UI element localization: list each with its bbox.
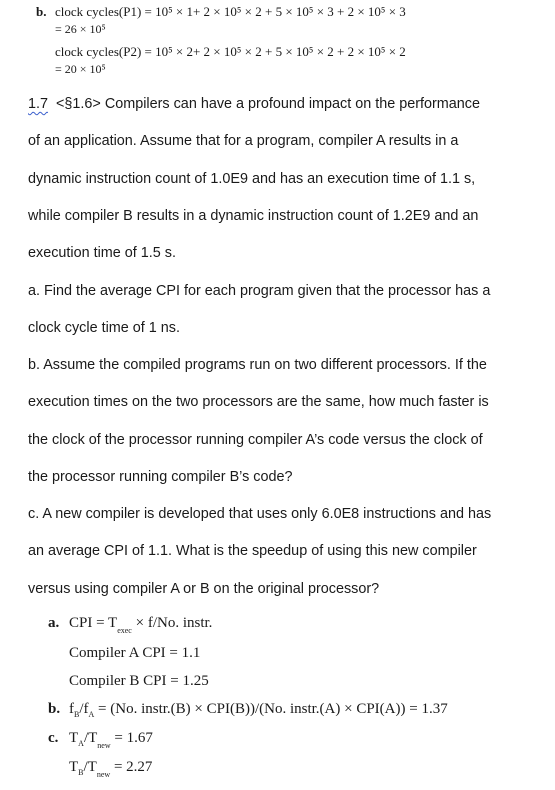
answer-b-formula: fB/fA = (No. instr.(B) × CPI(B))/(No. in… <box>69 700 448 724</box>
question-b-line: b. Assume the compiled programs run on t… <box>28 357 487 373</box>
problem-heading-line: 1.7 <§1.6> Compilers can have a profound… <box>28 96 480 112</box>
question-c-line: versus using compiler A or B on the orig… <box>28 581 380 597</box>
t-text: T <box>69 730 79 746</box>
t-text: T <box>69 759 79 775</box>
problem-line: of an application. Assume that for a pro… <box>28 133 459 149</box>
section-ref: <§1.6> <box>56 96 101 112</box>
problem-line-0: Compilers can have a profound impact on … <box>104 96 481 112</box>
problem-number: 1.7 <box>28 96 49 112</box>
answer-b-label: b. <box>48 701 61 717</box>
problem-line: execution time of 1.5 s. <box>28 245 176 261</box>
answer-a-cpi-formula: CPI = Texec × f/No. instr. <box>69 614 212 640</box>
speedup-a: TA/Tnew = 1.67 <box>69 729 153 755</box>
cpi-formula-rest: × f/No. instr. <box>131 615 213 631</box>
slash-t-text: /T <box>83 730 98 746</box>
clock-cycles-p1-line1: clock cycles(P1) = 10⁵ × 1+ 2 × 10⁵ × 2 … <box>55 4 406 19</box>
ratio-expression: = (No. instr.(B) × CPI(B))/(No. instr.(A… <box>94 701 448 717</box>
question-b-line: execution times on the two processors ar… <box>28 394 489 410</box>
slash-t-text: /T <box>83 759 97 775</box>
speedup-b: TB/Tnew = 2.27 <box>69 758 152 784</box>
answer-c-label: c. <box>48 730 59 746</box>
speedup-b-value: = 2.27 <box>110 759 153 775</box>
problem-line: while compiler B results in a dynamic in… <box>28 208 479 224</box>
clock-cycles-p2-line1: clock cycles(P2) = 10⁵ × 2+ 2 × 10⁵ × 2 … <box>55 44 406 59</box>
new-subscript: new <box>97 741 111 750</box>
question-a-line: a. Find the average CPI for each program… <box>28 283 491 299</box>
question-c-line: an average CPI of 1.1. What is the speed… <box>28 543 477 559</box>
clock-cycles-p1-line2: = 26 × 10⁵ <box>55 22 106 36</box>
exec-subscript: exec <box>117 626 132 635</box>
question-c-line: c. A new compiler is developed that uses… <box>28 506 492 522</box>
question-b-line: the processor running compiler B’s code? <box>28 469 293 485</box>
answer-a-label: a. <box>48 615 60 631</box>
cpi-formula-text: CPI = T <box>69 615 118 631</box>
new-subscript: new <box>96 770 111 779</box>
slash-f-text: /f <box>79 701 89 717</box>
compiler-b-cpi: Compiler B CPI = 1.25 <box>69 673 209 689</box>
question-a-line: clock cycle time of 1 ns. <box>28 320 180 336</box>
part-b-label: b. <box>36 4 47 19</box>
clock-cycles-p2-line2: = 20 × 10⁵ <box>55 62 106 76</box>
compiler-a-cpi: Compiler A CPI = 1.1 <box>69 645 201 661</box>
speedup-a-value: = 1.67 <box>110 730 153 746</box>
question-b-line: the clock of the processor running compi… <box>28 432 483 448</box>
problem-line: dynamic instruction count of 1.0E9 and h… <box>28 171 476 187</box>
